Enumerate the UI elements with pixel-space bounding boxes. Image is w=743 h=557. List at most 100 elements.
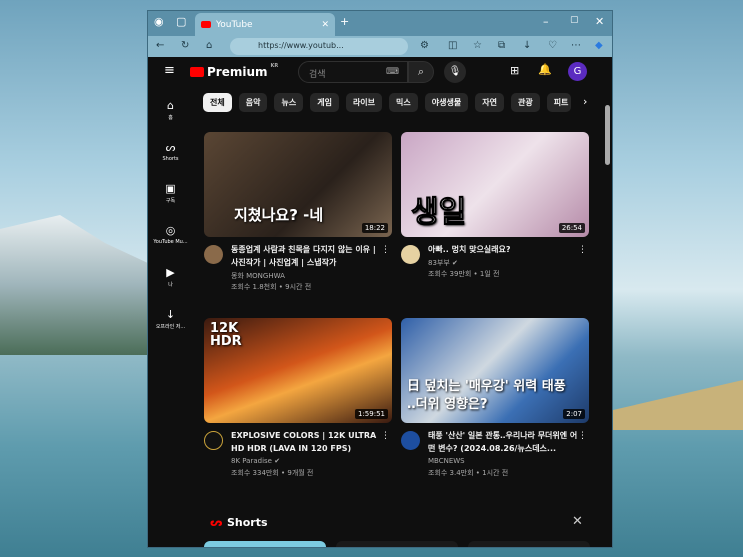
split-screen-icon[interactable]: ◫ (448, 40, 457, 51)
region-label: KR (270, 63, 279, 69)
tab-youtube[interactable]: YouTube ✕ (195, 13, 335, 36)
subscriptions-icon: ▣ (165, 182, 176, 195)
chip[interactable]: 관광 (510, 93, 540, 112)
sidebar-item-home[interactable]: ⌂ 홈 (148, 99, 193, 121)
close-tab-icon[interactable]: ✕ (321, 20, 329, 30)
more-options-icon[interactable]: ⋮ (578, 431, 587, 441)
duration-badge: 18:22 (361, 223, 388, 233)
home-icon: ⌂ (167, 99, 174, 112)
logo-text: Premium (207, 65, 268, 79)
channel-avatar[interactable] (204, 431, 223, 450)
desktop-grass (613, 380, 743, 430)
more-options-icon[interactable]: ⋮ (578, 245, 587, 255)
chip[interactable]: 자연 (475, 93, 504, 112)
chip[interactable]: 전체 (203, 93, 232, 112)
address-bar: ← ↻ ⌂ https://www.youtub... ⚙ ◫ ☆ ⧉ ↓ ♡ … (148, 36, 612, 57)
collections-icon[interactable]: ⧉ (498, 40, 505, 51)
channel-avatar[interactable] (204, 245, 223, 264)
shorts-thumbnail[interactable] (204, 541, 326, 547)
keyboard-icon[interactable]: ⌨ (386, 67, 399, 77)
sidebar-item-you[interactable]: ▶ 나 (148, 266, 193, 288)
shorts-thumbnail[interactable] (468, 541, 590, 547)
download-icon: ↓ (165, 308, 176, 321)
sidebar-item-shorts[interactable]: ᔕ Shorts (148, 141, 193, 162)
profile-icon[interactable]: ◉ (154, 15, 164, 28)
close-window-icon[interactable]: ✕ (595, 15, 604, 28)
search-placeholder: 검색 (309, 70, 326, 80)
refresh-icon[interactable]: ↻ (181, 40, 189, 51)
you-icon: ▶ (166, 266, 175, 279)
chip-bar: 전체 음악 뉴스 게임 라이브 믹스 야생생물 자연 관광 피트 (203, 93, 571, 112)
channel-avatar[interactable] (401, 245, 420, 264)
bell-icon[interactable]: 🔔 (538, 63, 552, 76)
channel-name[interactable]: MBCNEWS (428, 457, 465, 465)
copilot-icon[interactable]: ◆ (595, 40, 603, 51)
download-icon[interactable]: ↓ (523, 40, 531, 51)
video-thumbnail[interactable]: 12K HDR 1:59:51 (204, 318, 392, 423)
search-input[interactable]: 검색 ⌨ (298, 61, 408, 83)
sidebar-label: 오프라인 저... (155, 324, 186, 330)
video-title[interactable]: EXPLOSIVE COLORS | 12K ULTRA HD HDR (LAV… (231, 429, 381, 455)
video-stats: 조회수 39만회 • 1일 전 (428, 270, 500, 278)
video-thumbnail[interactable]: 생일 26:54 (401, 132, 589, 237)
shorts-thumbnail[interactable] (336, 541, 458, 547)
video-thumbnail[interactable]: 日 덮치는 '매우강' 위력 태풍 ‥더위 영향은? 2:07 (401, 318, 589, 423)
thumbnail-text: 생일 (410, 195, 467, 231)
sidebar-label: 구독 (165, 198, 176, 204)
video-thumbnail[interactable]: 지쳤나요? -네 18:22 (204, 132, 392, 237)
youtube-page: ≡ Premium KR 검색 ⌨ ⌕ 🎙 ⊞ 🔔 G 전체 음악 뉴스 게임 라이… (148, 57, 612, 547)
more-options-icon[interactable]: ⋮ (381, 431, 390, 441)
new-tab-icon[interactable]: + (340, 15, 349, 28)
channel-name[interactable]: 8K Paradise ✔ (231, 457, 280, 465)
youtube-logo[interactable]: Premium KR (190, 63, 279, 79)
back-icon[interactable]: ← (156, 40, 164, 51)
menu-icon[interactable]: ≡ (164, 63, 175, 78)
close-icon[interactable]: ✕ (572, 514, 583, 529)
shorts-icon: ᔕ (210, 516, 223, 529)
video-title[interactable]: 아빠.. 멍치 맞으실래요? (428, 243, 578, 256)
video-title[interactable]: 동종업계 사람과 친목을 다지지 않는 이유 | 사진작가 | 사진업계 | 스… (231, 243, 381, 269)
thumbnail-text: 지쳤나요? -네 (234, 206, 324, 224)
sidebar-item-downloads[interactable]: ↓ 오프라인 저... (148, 308, 193, 330)
chip[interactable]: 피트 (546, 93, 571, 112)
more-icon[interactable]: ⋯ (571, 40, 581, 51)
create-icon[interactable]: ⊞ (510, 64, 519, 77)
home-icon[interactable]: ⌂ (206, 40, 212, 51)
channel-name[interactable]: 83부부 ✔ (428, 258, 458, 268)
shorts-icon: ᔕ (165, 141, 176, 154)
youtube-icon (201, 21, 211, 28)
maximize-icon[interactable]: ▢ (570, 15, 579, 25)
chevron-right-icon[interactable]: › (583, 95, 587, 108)
url-text: https://www.youtub... (258, 41, 344, 50)
minimize-icon[interactable]: – (543, 15, 549, 28)
tab-actions-icon[interactable]: ▢ (176, 15, 186, 28)
duration-badge: 26:54 (558, 223, 585, 233)
chip[interactable]: 야생생물 (424, 93, 469, 112)
sidebar-label: YouTube Mu... (153, 239, 188, 245)
search-button[interactable]: ⌕ (408, 61, 434, 83)
sidebar-item-music[interactable]: ◎ YouTube Mu... (148, 224, 193, 245)
chip[interactable]: 음악 (238, 93, 268, 112)
chip[interactable]: 뉴스 (274, 93, 304, 112)
thumbnail-text: 日 덮치는 '매우강' 위력 태풍 ‥더위 영향은? (407, 379, 566, 412)
scrollbar[interactable] (605, 105, 610, 165)
sidebar-label: 홈 (168, 115, 173, 121)
chip[interactable]: 믹스 (389, 93, 418, 112)
duration-badge: 1:59:51 (355, 409, 388, 419)
mic-icon[interactable]: 🎙 (444, 61, 466, 83)
performance-icon[interactable]: ♡ (548, 40, 557, 51)
more-options-icon[interactable]: ⋮ (381, 245, 390, 255)
channel-name[interactable]: 몽화 MONGHWA (231, 271, 285, 281)
favorites-icon[interactable]: ☆ (473, 40, 482, 51)
url-field[interactable]: https://www.youtub... (230, 38, 408, 55)
chip[interactable]: 게임 (310, 93, 339, 112)
tab-bar: ◉ ▢ YouTube ✕ + – ▢ ✕ (148, 11, 612, 36)
chip[interactable]: 라이브 (345, 93, 383, 112)
video-title[interactable]: 태풍 '산산' 일본 관통‥우리나라 무더위엔 어떤 변수? (2024.08.… (428, 429, 578, 455)
extensions-icon[interactable]: ⚙ (420, 40, 429, 51)
sidebar-item-subscriptions[interactable]: ▣ 구독 (148, 182, 193, 204)
avatar[interactable]: G (568, 62, 587, 81)
channel-avatar[interactable] (401, 431, 420, 450)
youtube-music-icon: ◎ (165, 224, 176, 237)
desktop-mountain (0, 215, 150, 355)
